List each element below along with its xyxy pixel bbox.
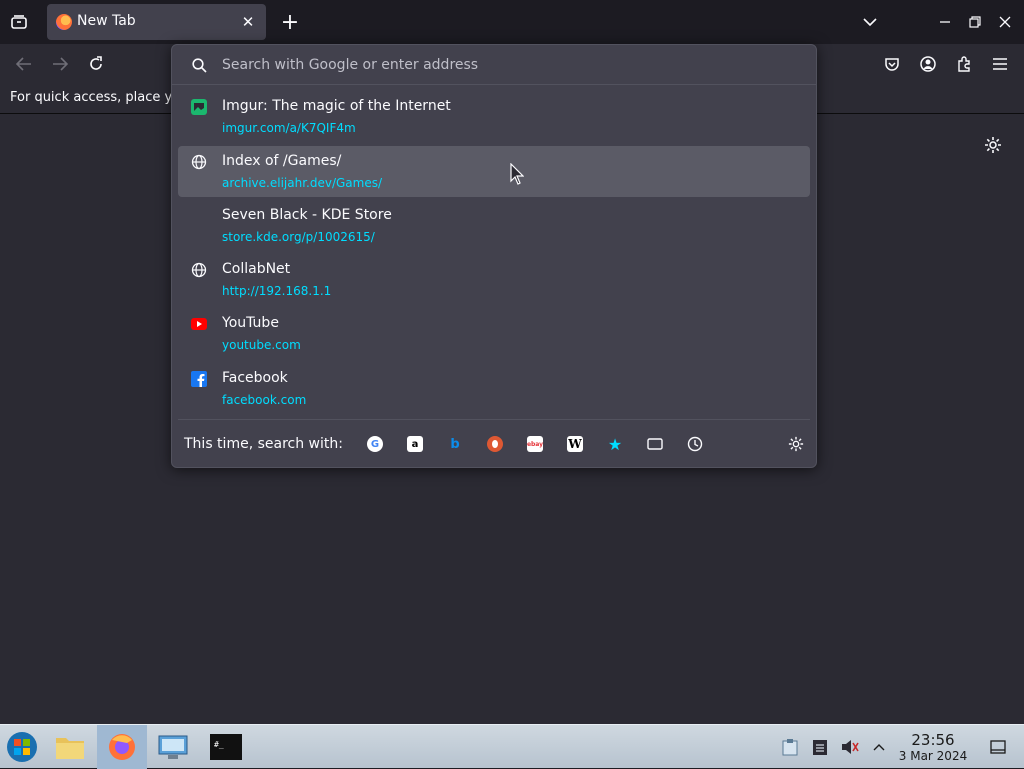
taskbar: #_ 23:56 3 Mar 2024 <box>0 724 1024 769</box>
forward-icon[interactable] <box>50 54 70 74</box>
firefox-taskbar-icon[interactable] <box>97 725 147 769</box>
extensions-icon[interactable] <box>954 54 974 74</box>
result-row[interactable]: Seven Black - KDE Store store.kde.org/p/… <box>178 200 810 251</box>
youtube-icon <box>191 316 207 332</box>
result-title: Seven Black - KDE Store <box>222 207 392 223</box>
urlbar-input[interactable]: Search with Google or enter address <box>172 45 816 85</box>
result-title: Index of /Games/ <box>222 153 342 169</box>
tab-title: New Tab <box>77 13 136 29</box>
result-row[interactable]: Facebook facebook.com <box>178 363 810 414</box>
urlbar-dropdown: Search with Google or enter address Imgu… <box>171 44 817 468</box>
mouse-cursor-icon <box>510 162 525 189</box>
result-url: store.kde.org/p/1002615/ <box>222 230 375 244</box>
minimize-icon[interactable] <box>935 12 955 32</box>
file-manager-icon[interactable] <box>48 725 92 769</box>
new-tab-button[interactable]: + <box>280 10 300 35</box>
clock-time[interactable]: 23:56 <box>900 731 966 749</box>
result-url: http://192.168.1.1 <box>222 284 332 298</box>
result-title: Facebook <box>222 370 288 386</box>
notes-tray-icon[interactable] <box>810 725 830 769</box>
reload-icon[interactable] <box>86 54 106 74</box>
result-url: archive.elijahr.dev/Games/ <box>222 176 383 190</box>
one-off-label: This time, search with: <box>184 436 343 452</box>
newtab-settings-gear-icon[interactable] <box>983 135 1003 155</box>
close-window-icon[interactable] <box>995 12 1015 32</box>
imgur-icon <box>191 99 207 115</box>
restore-icon[interactable] <box>965 12 985 32</box>
clock-date[interactable]: 3 Mar 2024 <box>896 749 970 763</box>
account-icon[interactable] <box>918 54 938 74</box>
search-icon <box>190 56 208 74</box>
google-engine-icon[interactable]: G <box>367 436 383 452</box>
result-url: facebook.com <box>222 393 307 407</box>
result-row[interactable]: CollabNet http://192.168.1.1 <box>178 254 810 305</box>
clipboard-tray-icon[interactable] <box>780 725 800 769</box>
history-engine-icon[interactable] <box>687 436 703 452</box>
tab-new-tab[interactable]: New Tab ✕ <box>47 4 266 40</box>
bookmarks-engine-icon[interactable]: ★ <box>607 435 623 454</box>
pocket-icon[interactable] <box>882 54 902 74</box>
menu-icon[interactable] <box>990 54 1010 74</box>
bing-engine-icon[interactable]: b <box>447 436 463 452</box>
result-url: imgur.com/a/K7QIF4m <box>222 121 356 135</box>
firefox-icon <box>56 14 72 30</box>
tab-strip: New Tab ✕ + <box>0 0 1024 44</box>
result-title: CollabNet <box>222 261 291 277</box>
start-menu-icon[interactable] <box>0 725 44 769</box>
result-title: YouTube <box>222 315 279 331</box>
facebook-icon <box>191 371 207 387</box>
tray-expand-chevron-up-icon[interactable] <box>869 725 889 769</box>
one-off-search-bar: This time, search with: G a b ebay W ★ <box>178 419 810 465</box>
volume-muted-icon[interactable] <box>840 725 860 769</box>
close-tab-icon[interactable]: ✕ <box>238 12 258 32</box>
bookmarks-hint: For quick access, place y <box>10 90 173 105</box>
result-title: Imgur: The magic of the Internet <box>222 98 451 114</box>
ebay-engine-icon[interactable]: ebay <box>527 436 543 452</box>
wikipedia-engine-icon[interactable]: W <box>567 436 583 452</box>
search-settings-gear-icon[interactable] <box>788 436 804 452</box>
duckduckgo-engine-icon[interactable] <box>487 436 503 452</box>
chevron-down-icon[interactable] <box>860 12 880 32</box>
result-url: youtube.com <box>222 338 301 352</box>
result-row[interactable]: Imgur: The magic of the Internet imgur.c… <box>178 91 810 142</box>
svg-text:#_: #_ <box>214 740 224 749</box>
amazon-engine-icon[interactable]: a <box>407 436 423 452</box>
blank-icon <box>191 208 207 224</box>
globe-icon <box>191 154 207 170</box>
result-row[interactable]: YouTube youtube.com <box>178 308 810 359</box>
result-row-highlighted[interactable]: Index of /Games/ archive.elijahr.dev/Gam… <box>178 146 810 197</box>
tabs-engine-icon[interactable] <box>647 436 663 452</box>
system-settings-icon[interactable] <box>151 725 195 769</box>
show-desktop-icon[interactable] <box>986 725 1010 769</box>
globe-icon <box>191 262 207 278</box>
terminal-icon[interactable]: #_ <box>203 725 249 769</box>
list-all-tabs-icon[interactable] <box>8 11 30 33</box>
back-icon[interactable] <box>14 54 34 74</box>
urlbar-placeholder: Search with Google or enter address <box>222 57 479 73</box>
